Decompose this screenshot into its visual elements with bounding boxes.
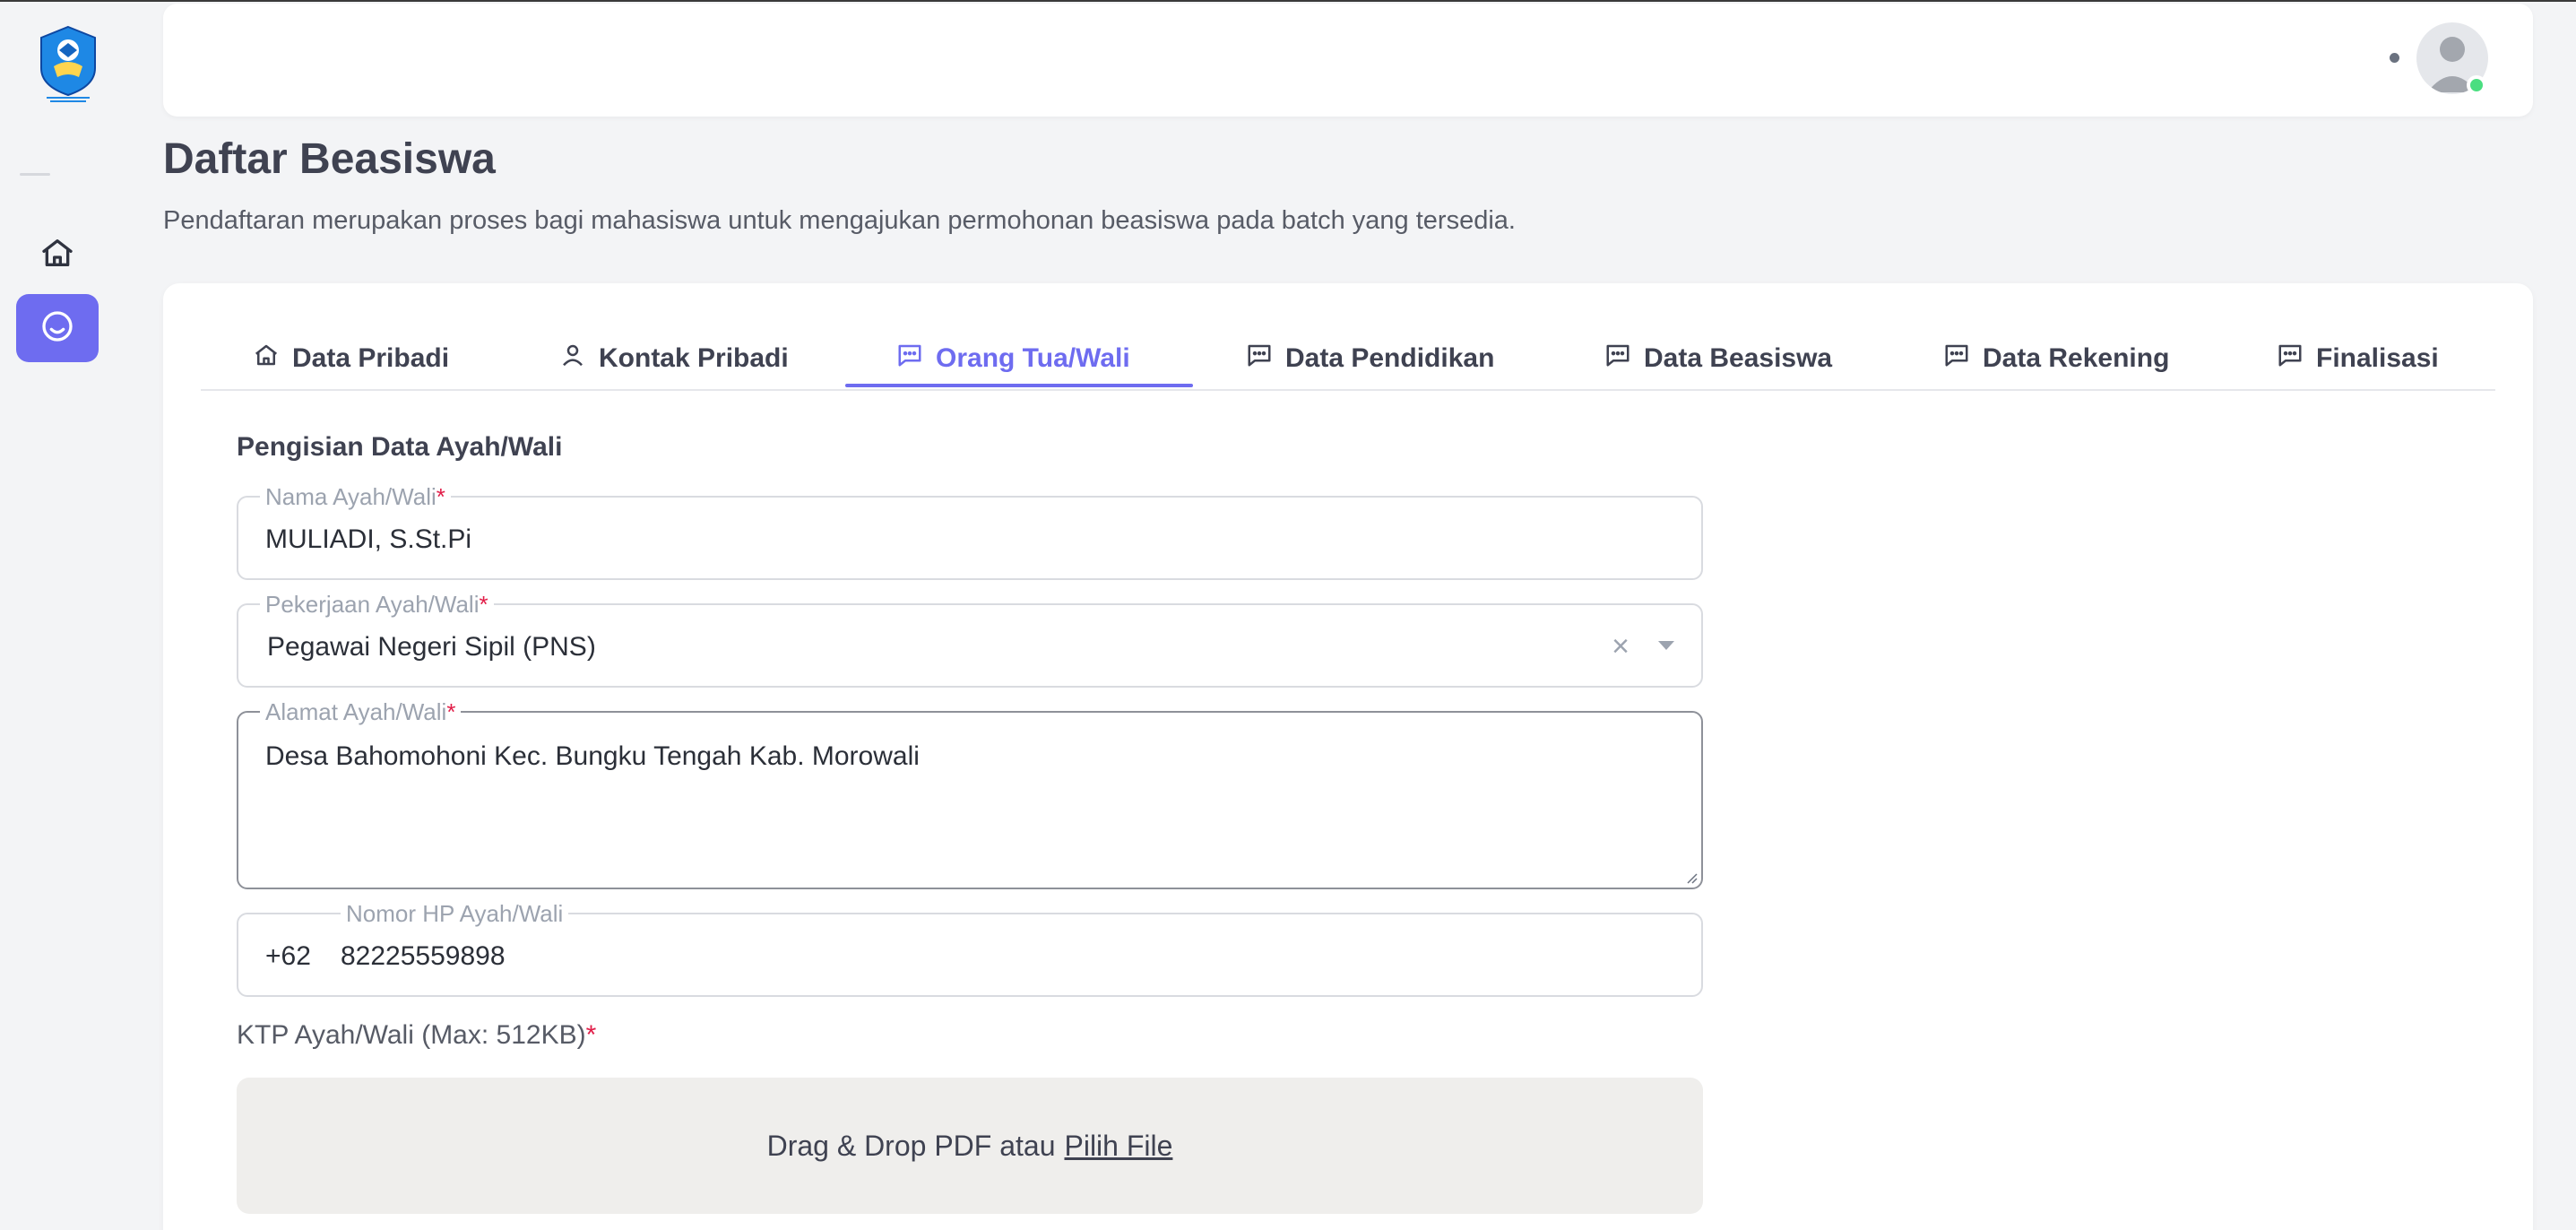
tab-kontak-pribadi[interactable]: Kontak Pribadi	[559, 326, 789, 391]
alamat-ayah-value: Desa Bahomohoni Kec. Bungku Tengah Kab. …	[265, 741, 920, 771]
pekerjaan-ayah-select[interactable]: Pekerjaan Ayah/Wali* Pegawai Negeri Sipi…	[237, 592, 1703, 688]
phone-prefix: +62	[265, 941, 311, 971]
page-title: Daftar Beasiswa	[163, 135, 496, 183]
notification-dot[interactable]	[2390, 53, 2399, 63]
pekerjaan-ayah-value: Pegawai Negeri Sipil (PNS)	[267, 632, 596, 662]
alamat-ayah-textarea[interactable]: Alamat Ayah/Wali* Desa Bahomohoni Kec. B…	[237, 699, 1703, 889]
online-status-indicator	[2467, 75, 2486, 95]
tab-bar: Data Pribadi Kontak Pribadi Orang Tua/Wa…	[201, 326, 2495, 391]
home-icon	[39, 235, 75, 275]
ktp-dropzone[interactable]: Drag & Drop PDF atau Pilih File	[237, 1078, 1703, 1214]
nomor-hp-value: 82225559898	[341, 941, 506, 971]
sidebar-item-beasiswa[interactable]	[16, 294, 99, 362]
sidebar-item-home[interactable]	[30, 228, 84, 282]
tab-label: Orang Tua/Wali	[936, 343, 1130, 373]
ktp-upload-label: KTP Ayah/Wali (Max: 512KB)*	[237, 1020, 597, 1050]
tab-label: Data Pribadi	[292, 343, 450, 373]
sidebar-divider	[20, 173, 50, 176]
dropzone-text: Drag & Drop PDF atau	[766, 1129, 1056, 1162]
nama-ayah-value: MULIADI, S.St.Pi	[265, 524, 472, 554]
field-label: Nama Ayah/Wali*	[260, 484, 451, 509]
tab-label: Data Beasiswa	[1644, 343, 1833, 373]
tab-data-pribadi[interactable]: Data Pribadi	[253, 326, 449, 391]
chevron-down-icon[interactable]	[1658, 641, 1674, 650]
chat-icon	[896, 342, 923, 376]
field-label: Nomor HP Ayah/Wali	[341, 901, 569, 926]
chat-icon	[1604, 342, 1631, 376]
pick-file-link[interactable]: Pilih File	[1064, 1130, 1172, 1163]
tab-label: Data Pendidikan	[1285, 343, 1495, 373]
chat-icon	[2277, 342, 2304, 376]
section-title: Pengisian Data Ayah/Wali	[237, 432, 563, 462]
clear-selection-icon[interactable]: ×	[1612, 631, 1629, 662]
home-icon	[253, 342, 280, 376]
tab-orang-tua-wali[interactable]: Orang Tua/Wali	[896, 326, 1130, 391]
tut-wuri-handayani-logo[interactable]	[34, 23, 102, 102]
resize-handle-icon[interactable]	[1683, 870, 1698, 884]
nomor-hp-field[interactable]: Nomor HP Ayah/Wali +62 82225559898	[237, 901, 1703, 997]
smile-icon	[39, 308, 75, 349]
tab-data-beasiswa[interactable]: Data Beasiswa	[1604, 326, 1832, 391]
top-header	[163, 4, 2533, 117]
tab-data-rekening[interactable]: Data Rekening	[1943, 326, 2169, 391]
tab-data-pendidikan[interactable]: Data Pendidikan	[1246, 326, 1494, 391]
chat-icon	[1943, 342, 1970, 376]
window-top-border	[0, 0, 2576, 2]
field-label: Alamat Ayah/Wali*	[260, 699, 462, 724]
active-tab-indicator	[845, 384, 1193, 387]
tab-label: Kontak Pribadi	[599, 343, 789, 373]
tab-finalisasi[interactable]: Finalisasi	[2277, 326, 2439, 391]
chat-icon	[1246, 342, 1273, 376]
sidebar	[0, 0, 115, 1230]
tab-label: Finalisasi	[2316, 343, 2439, 373]
user-icon	[559, 342, 586, 376]
nama-ayah-field[interactable]: Nama Ayah/Wali* MULIADI, S.St.Pi	[237, 484, 1703, 580]
page-description: Pendaftaran merupakan proses bagi mahasi…	[163, 206, 1516, 235]
field-label: Pekerjaan Ayah/Wali*	[260, 592, 494, 617]
tab-label: Data Rekening	[1983, 343, 2170, 373]
